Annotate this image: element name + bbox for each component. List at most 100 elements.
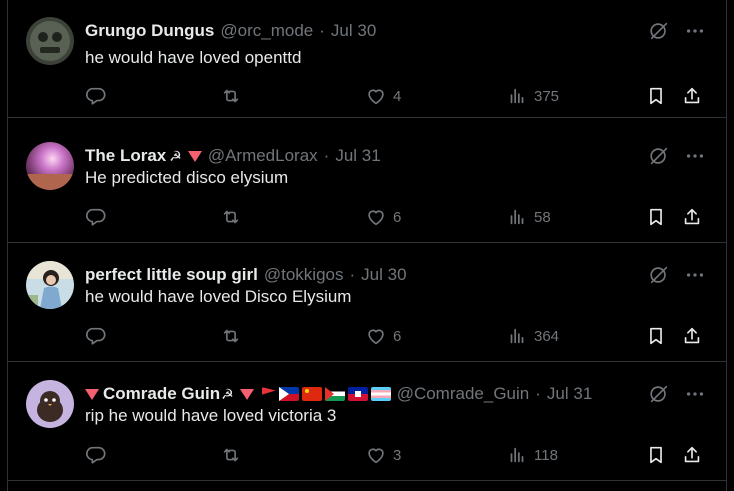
retweet-icon <box>220 85 242 107</box>
like-icon <box>365 444 387 466</box>
view-count: 375 <box>534 87 560 105</box>
tweet-date[interactable]: Jul 31 <box>547 384 592 404</box>
like-button[interactable]: 4 <box>365 84 401 108</box>
haiti-flag-emoji <box>347 387 368 401</box>
display-name[interactable]: Grungo Dungus <box>85 21 214 41</box>
hammer-sickle-emoji: ☭ <box>169 147 182 164</box>
avatar[interactable] <box>26 142 74 190</box>
share-button[interactable] <box>681 84 703 108</box>
like-icon <box>365 85 387 107</box>
share-button[interactable] <box>681 443 703 467</box>
hammer-sickle-emoji: ☭ <box>221 385 234 402</box>
retweet-button[interactable] <box>220 84 242 108</box>
grok-icon[interactable] <box>648 20 670 42</box>
avatar[interactable] <box>26 17 74 65</box>
separator-dot: · <box>323 146 330 165</box>
tweet[interactable]: The Lorax ☭ @ArmedLorax · Jul 31 He pred… <box>8 125 726 243</box>
tweet-text: rip he would have loved victoria 3 <box>85 406 337 425</box>
separator-dot: · <box>349 265 356 284</box>
bookmark-button[interactable] <box>645 205 667 229</box>
grok-icon[interactable] <box>648 264 670 286</box>
share-icon <box>681 444 703 466</box>
retweet-button[interactable] <box>220 443 242 467</box>
grok-icon[interactable] <box>648 145 670 167</box>
reply-icon <box>85 206 107 228</box>
more-icon[interactable] <box>684 264 706 286</box>
separator-dot: · <box>535 384 541 403</box>
more-icon[interactable] <box>684 145 706 167</box>
user-handle[interactable]: @orc_mode <box>220 21 313 41</box>
retweet-icon <box>220 325 242 347</box>
like-count: 6 <box>393 208 402 226</box>
tweet-header: perfect little soup girl @tokkigos · Jul… <box>85 264 646 286</box>
flag-emojis <box>261 387 391 401</box>
view-count: 118 <box>534 446 558 464</box>
share-button[interactable] <box>681 324 703 348</box>
like-button[interactable]: 6 <box>365 205 401 229</box>
views-icon <box>506 85 528 107</box>
views-icon <box>506 444 528 466</box>
bookmark-button[interactable] <box>645 324 667 348</box>
retweet-icon <box>220 206 242 228</box>
display-name[interactable]: The Lorax <box>85 146 166 166</box>
tweet[interactable]: perfect little soup girl @tokkigos · Jul… <box>8 244 726 362</box>
tweet-top-actions <box>648 264 706 286</box>
like-button[interactable]: 6 <box>365 324 401 348</box>
tweet-header: Grungo Dungus @orc_mode · Jul 30 <box>85 20 646 42</box>
red-flag-emoji <box>261 387 276 395</box>
views-button[interactable]: 118 <box>506 443 558 467</box>
tweet-top-actions <box>648 145 706 167</box>
display-name[interactable]: Comrade Guin <box>103 384 220 404</box>
bookmark-icon <box>645 325 667 347</box>
display-name[interactable]: perfect little soup girl <box>85 265 258 285</box>
retweet-icon <box>220 444 242 466</box>
tweet-date[interactable]: Jul 31 <box>335 146 380 166</box>
like-count: 4 <box>393 87 402 105</box>
tweet-actions: 6 364 <box>85 324 710 348</box>
more-icon[interactable] <box>684 20 706 42</box>
like-icon <box>365 325 387 347</box>
user-handle[interactable]: @tokkigos <box>264 265 344 285</box>
tweet[interactable]: Grungo Dungus @orc_mode · Jul 30 he woul… <box>8 0 726 118</box>
bookmark-button[interactable] <box>645 443 667 467</box>
tweet-text: he would have loved Disco Elysium <box>85 287 352 306</box>
bookmark-icon <box>645 444 667 466</box>
tweet-top-actions <box>648 20 706 42</box>
like-icon <box>365 206 387 228</box>
retweet-button[interactable] <box>220 205 242 229</box>
like-count: 6 <box>393 327 402 345</box>
separator-dot: · <box>319 21 325 40</box>
red-triangle-emoji <box>187 150 202 162</box>
user-handle[interactable]: @Comrade_Guin <box>397 384 530 404</box>
user-handle[interactable]: @ArmedLorax <box>208 146 318 166</box>
tweet[interactable]: Comrade Guin ☭ @Comrade_Guin · Jul 31 ri… <box>8 363 726 481</box>
reply-button[interactable] <box>85 205 107 229</box>
reply-button[interactable] <box>85 84 107 108</box>
views-button[interactable]: 364 <box>506 324 559 348</box>
bookmark-icon <box>645 206 667 228</box>
grok-icon[interactable] <box>648 383 670 405</box>
avatar[interactable] <box>26 380 74 428</box>
tweet-top-actions <box>648 383 706 405</box>
tweet-date[interactable]: Jul 30 <box>361 265 406 285</box>
tweet-actions: 4 375 <box>85 84 710 108</box>
tweet-feed: Grungo Dungus @orc_mode · Jul 30 he woul… <box>7 0 727 491</box>
views-button[interactable]: 375 <box>506 84 559 108</box>
tweet-date[interactable]: Jul 30 <box>331 21 376 41</box>
red-triangle-emoji <box>239 388 254 400</box>
views-button[interactable]: 58 <box>506 205 551 229</box>
views-icon <box>506 325 528 347</box>
more-icon[interactable] <box>684 383 706 405</box>
share-button[interactable] <box>681 205 703 229</box>
reply-button[interactable] <box>85 443 107 467</box>
retweet-button[interactable] <box>220 324 242 348</box>
reply-button[interactable] <box>85 324 107 348</box>
share-icon <box>681 206 703 228</box>
share-icon <box>681 85 703 107</box>
transgender-flag-emoji <box>370 387 391 401</box>
like-button[interactable]: 3 <box>365 443 401 467</box>
reply-icon <box>85 85 107 107</box>
views-icon <box>506 206 528 228</box>
avatar[interactable] <box>26 261 74 309</box>
bookmark-button[interactable] <box>645 84 667 108</box>
